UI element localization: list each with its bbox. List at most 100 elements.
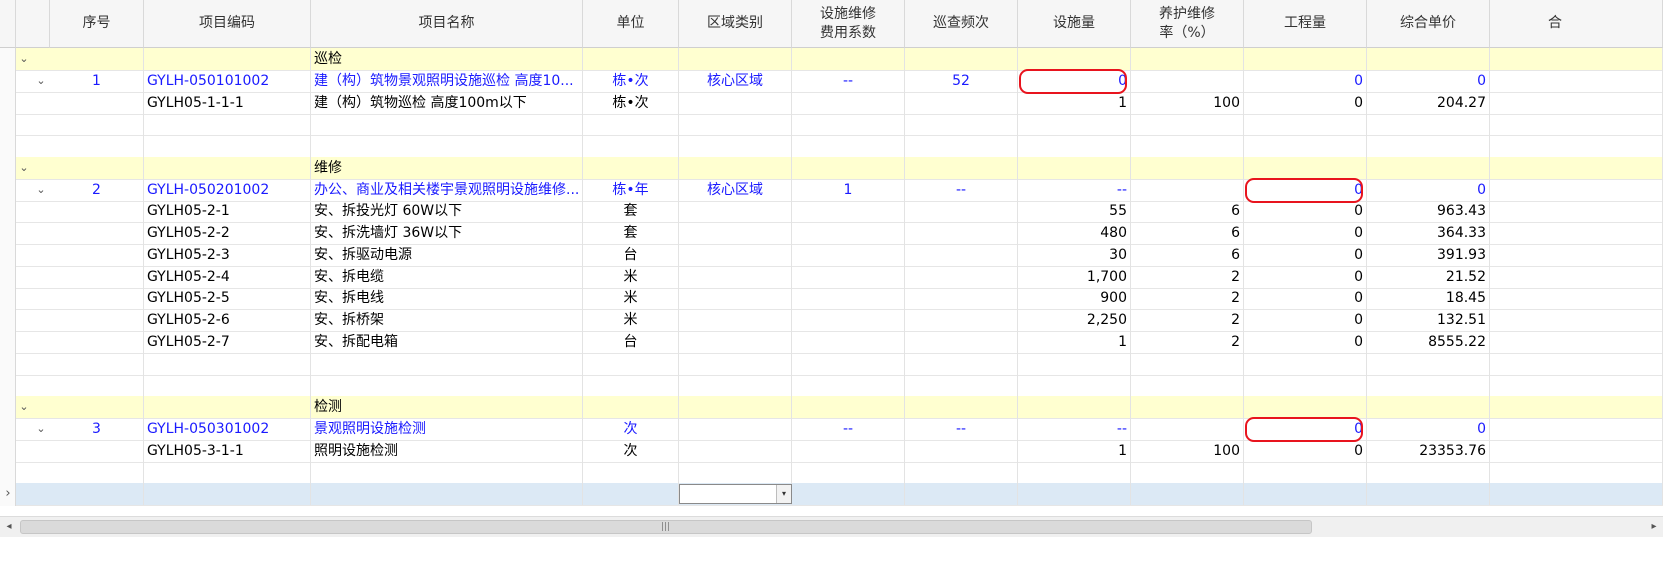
cell[interactable] bbox=[1244, 483, 1367, 505]
rate-cell[interactable]: 6 bbox=[1131, 243, 1244, 266]
child-row[interactable]: GYLH05-2-2 安、拆洗墙灯 36W以下套 480 6 0 364.33 bbox=[0, 222, 1663, 245]
cell[interactable] bbox=[792, 483, 905, 505]
eng-cell[interactable]: 0 bbox=[1244, 439, 1367, 462]
chevron-down-icon[interactable]: ⌄ bbox=[33, 179, 49, 201]
horizontal-scrollbar[interactable]: ◂ ||| ▸ bbox=[0, 516, 1663, 537]
code-cell[interactable]: GYLH05-1-1-1 bbox=[144, 91, 311, 114]
coef-cell[interactable]: 1 bbox=[792, 178, 905, 201]
cell[interactable] bbox=[905, 483, 1018, 505]
child-row[interactable]: GYLH05-3-1-1 照明设施检测次 1 100 0 23353.76 bbox=[0, 439, 1663, 463]
column-header[interactable]: 综合单价 bbox=[1367, 0, 1490, 48]
coef-cell[interactable] bbox=[792, 287, 905, 310]
scrollbar-thumb[interactable]: ||| bbox=[20, 520, 1312, 534]
group-row[interactable]: ⌄ 巡检 bbox=[0, 48, 1663, 71]
qty-cell[interactable]: 1 bbox=[1018, 91, 1131, 114]
item-row[interactable]: ⌄ 1 GYLH-050101002 建（构）筑物景观照明设施巡检 高度10... 栋•… bbox=[0, 69, 1663, 93]
code-cell[interactable]: GYLH05-2-3 bbox=[144, 243, 311, 266]
region-dropdown[interactable]: ▾ bbox=[679, 484, 792, 504]
chevron-down-icon[interactable]: ⌄ bbox=[33, 418, 49, 440]
name-cell[interactable]: 安、拆电线 bbox=[311, 287, 583, 310]
rate-cell[interactable]: 100 bbox=[1131, 439, 1244, 462]
code-cell[interactable]: GYLH05-2-1 bbox=[144, 200, 311, 223]
cell[interactable] bbox=[1367, 483, 1490, 505]
row-gutter[interactable] bbox=[0, 156, 16, 180]
blank-row[interactable] bbox=[0, 352, 1663, 376]
code-cell[interactable]: GYLH05-2-7 bbox=[144, 330, 311, 353]
region-cell[interactable]: 核心区域 bbox=[679, 69, 792, 92]
eng-cell[interactable]: 0 bbox=[1244, 287, 1367, 310]
qty-cell[interactable]: 1 bbox=[1018, 330, 1131, 353]
row-gutter[interactable] bbox=[0, 222, 16, 245]
eng-cell[interactable]: 0 bbox=[1244, 330, 1367, 353]
rate-cell[interactable] bbox=[1131, 178, 1244, 201]
blank-row[interactable] bbox=[0, 113, 1663, 137]
chevron-right-icon[interactable]: › bbox=[0, 483, 16, 505]
cell[interactable] bbox=[1018, 483, 1131, 505]
rate-cell[interactable]: 6 bbox=[1131, 200, 1244, 223]
name-cell[interactable]: 办公、商业及相关楼宇景观照明设施维修... bbox=[311, 178, 583, 201]
child-row[interactable]: GYLH05-2-5 安、拆电线米 900 2 0 18.45 bbox=[0, 287, 1663, 311]
row-gutter[interactable] bbox=[0, 287, 16, 311]
row-gutter[interactable] bbox=[0, 48, 16, 71]
freq-cell[interactable]: 52 bbox=[905, 69, 1018, 92]
column-header[interactable]: 设施量 bbox=[1018, 0, 1131, 48]
region-cell[interactable] bbox=[679, 200, 792, 223]
child-row[interactable]: GYLH05-2-3 安、拆驱动电源台 30 6 0 391.93 bbox=[0, 243, 1663, 267]
freq-cell[interactable] bbox=[905, 309, 1018, 331]
cell[interactable] bbox=[311, 483, 583, 505]
rate-cell[interactable] bbox=[1131, 417, 1244, 440]
name-cell[interactable]: 安、拆驱动电源 bbox=[311, 243, 583, 266]
coef-cell[interactable] bbox=[792, 91, 905, 114]
freq-cell[interactable] bbox=[905, 222, 1018, 244]
row-gutter[interactable] bbox=[0, 265, 16, 289]
freq-cell[interactable]: -- bbox=[905, 178, 1018, 201]
child-row[interactable]: GYLH05-2-6 安、拆桥架米 2,250 2 0 132.51 bbox=[0, 309, 1663, 332]
eng-cell[interactable]: 0 bbox=[1244, 265, 1367, 288]
region-cell[interactable] bbox=[679, 222, 792, 244]
group-row[interactable]: ⌄ 检测 bbox=[0, 396, 1663, 419]
code-cell[interactable]: GYLH05-2-4 bbox=[144, 265, 311, 288]
child-row[interactable]: GYLH05-1-1-1 建（构）筑物巡检 高度100m以下 栋•次 1 100 0 204… bbox=[0, 91, 1663, 115]
chevron-down-icon[interactable]: ⌄ bbox=[33, 70, 49, 92]
qty-cell[interactable]: -- bbox=[1018, 417, 1131, 440]
qty-cell[interactable]: -- bbox=[1018, 178, 1131, 201]
column-header[interactable]: 养护维修 率（%） bbox=[1131, 0, 1244, 48]
row-gutter[interactable] bbox=[0, 374, 16, 398]
chevron-down-icon[interactable]: ⌄ bbox=[16, 396, 32, 418]
row-gutter[interactable] bbox=[0, 330, 16, 354]
region-cell[interactable] bbox=[679, 330, 792, 353]
row-gutter[interactable] bbox=[0, 352, 16, 376]
chevron-down-icon[interactable]: ⌄ bbox=[16, 157, 32, 179]
cell[interactable] bbox=[144, 483, 311, 505]
qty-cell[interactable]: 480 bbox=[1018, 222, 1131, 244]
name-cell[interactable]: 安、拆电缆 bbox=[311, 265, 583, 288]
freq-cell[interactable] bbox=[905, 287, 1018, 310]
selected-row[interactable]: ▾ › bbox=[0, 483, 1663, 506]
column-header[interactable]: 工程量 bbox=[1244, 0, 1367, 48]
arrow-left-icon[interactable]: ◂ bbox=[0, 517, 18, 537]
region-cell[interactable] bbox=[679, 243, 792, 266]
name-cell[interactable]: 安、拆桥架 bbox=[311, 309, 583, 331]
row-gutter[interactable] bbox=[0, 461, 16, 485]
column-header[interactable]: 序号 bbox=[50, 0, 144, 48]
column-header[interactable]: 项目名称 bbox=[311, 0, 583, 48]
rate-cell[interactable]: 2 bbox=[1131, 309, 1244, 331]
arrow-right-icon[interactable]: ▸ bbox=[1645, 517, 1663, 537]
freq-cell[interactable] bbox=[905, 243, 1018, 266]
child-row[interactable]: GYLH05-2-4 安、拆电缆米 1,700 2 0 21.52 bbox=[0, 265, 1663, 289]
row-gutter[interactable] bbox=[0, 309, 16, 332]
coef-cell[interactable] bbox=[792, 243, 905, 266]
rate-cell[interactable]: 2 bbox=[1131, 265, 1244, 288]
cell[interactable] bbox=[1131, 483, 1244, 505]
row-gutter[interactable] bbox=[0, 178, 16, 202]
name-cell[interactable]: 安、拆配电箱 bbox=[311, 330, 583, 353]
eng-cell[interactable]: 0 bbox=[1244, 178, 1367, 201]
coef-cell[interactable]: -- bbox=[792, 69, 905, 92]
row-gutter[interactable] bbox=[0, 200, 16, 224]
code-cell[interactable]: GYLH-050201002 bbox=[144, 178, 311, 201]
column-header[interactable]: 项目编码 bbox=[144, 0, 311, 48]
row-gutter[interactable] bbox=[0, 439, 16, 463]
qty-cell[interactable]: 1 bbox=[1018, 439, 1131, 462]
eng-cell[interactable]: 0 bbox=[1244, 69, 1367, 92]
row-gutter[interactable] bbox=[0, 113, 16, 137]
